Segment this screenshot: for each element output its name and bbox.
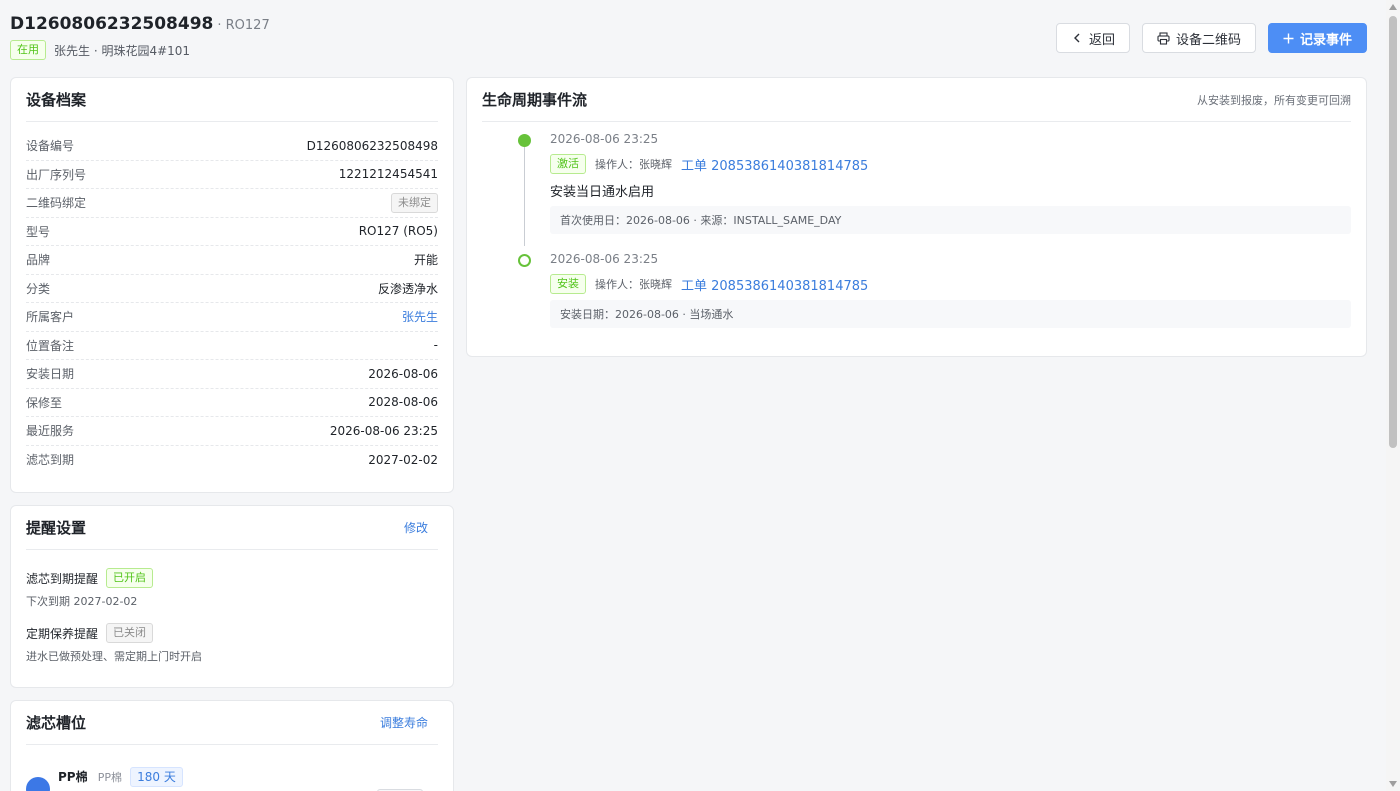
profile-row: 所属客户 张先生 [26,303,438,332]
slot-avatar [26,777,50,791]
back-label: 返回 [1088,32,1115,48]
profile-row: 保修至 2028-08-06 [26,389,438,417]
profile-value: 2026-08-06 23:25 [329,423,438,438]
profile-value: - [433,338,438,353]
page-scrollbar[interactable] [1386,0,1400,791]
timeline-event: 2026-08-06 23:25 激活 操作人：张晓辉 工单 208538614… [482,132,1351,234]
profile-value: RO127 (RO5) [358,224,438,239]
profile-key: 滤芯到期 [26,453,75,468]
reminder-settings-card: 提醒设置 修改 滤芯到期提醒 已开启 下次到期 2027-02-02 定期保养提… [10,505,454,688]
slot-name: PP棉 [58,770,88,784]
device-header: D1260806232508498 · RO127 在用 张先生 · 明珠花园4… [10,14,270,60]
event-time: 2026-08-06 23:25 [550,252,659,266]
profile-row: 滤芯到期 2027-02-02 [26,446,438,475]
customer-link[interactable]: 张先生 [402,308,438,325]
profile-key: 最近服务 [26,424,75,439]
device-id: D1260806232508498 [10,14,214,34]
reminder-name: 定期保养提醒 [26,626,99,641]
card-note: 从安装到报废，所有变更可回溯 [1197,93,1351,107]
reminder-status-badge: 已关闭 [106,623,154,643]
profile-value: 2028-08-06 [368,395,438,410]
device-profile-card: 设备档案 设备编号 D1260806232508498 出厂序列号 12212124… [10,77,454,493]
profile-key: 保修至 [26,395,63,410]
profile-row: 二维码绑定 未绑定 [26,189,438,218]
timeline-event: 2026-08-06 23:25 安装 操作人：张晓辉 工单 208538614… [482,252,1351,328]
event-desc: 安装当日通水启用 [550,185,655,200]
back-button[interactable]: 返回 [1055,23,1130,53]
profile-key: 所属客户 [26,310,75,325]
profile-key: 位置备注 [26,338,75,353]
reminder-desc: 下次到期 2027-02-02 [26,595,138,608]
reminder-item: 定期保养提醒 已关闭 进水已做预处理、需定期上门时开启 [26,623,438,664]
profile-row: 最近服务 2026-08-06 23:25 [26,417,438,446]
profile-list: 设备编号 D1260806232508498 出厂序列号 1221212454541… [26,132,438,474]
profile-key: 品牌 [26,253,51,268]
slot-life-badge: 180 天 [130,767,183,787]
profile-key: 分类 [26,281,51,296]
reminder-status-badge: 已开启 [106,568,154,588]
scroll-up-icon[interactable] [1389,4,1397,10]
customer-location: 张先生 · 明珠花园4#101 [54,43,191,58]
profile-row: 设备编号 D1260806232508498 [26,132,438,161]
device-qrcode-button[interactable]: 设备二维码 [1141,23,1256,53]
profile-row: 型号 RO127 (RO5) [26,218,438,246]
lifecycle-card: 生命周期事件流 从安装到报废，所有变更可回溯 2026-08-06 23:25 … [466,77,1367,357]
device-model: · RO127 [217,18,270,33]
chevron-left-icon [1073,33,1080,43]
scroll-down-icon[interactable] [1389,781,1397,787]
profile-row: 位置备注 - [26,332,438,360]
profile-key: 设备编号 [26,139,75,154]
printer-icon [1157,31,1170,45]
card-title: 生命周期事件流 [482,91,588,109]
qrcode-label: 设备二维码 [1175,32,1241,48]
card-title: 滤芯槽位 [26,714,87,732]
timeline: 2026-08-06 23:25 激活 操作人：张晓辉 工单 208538614… [482,132,1351,328]
event-time: 2026-08-06 23:25 [550,132,659,146]
filter-slots-card: 滤芯槽位 调整寿命 PP棉 PP棉 180 天 [10,700,454,791]
timeline-dot-icon [518,134,531,147]
ticket-link[interactable]: 工单 2085386140381814785 [681,275,868,294]
profile-value: 2026-08-06 [368,366,438,381]
event-tag: 安装 [550,274,586,294]
profile-value: 开能 [413,253,438,268]
profile-value: D1260806232508498 [306,138,438,153]
profile-key: 型号 [26,224,51,239]
event-detail: 首次使用日：2026-08-06 · 来源：INSTALL_SAME_DAY [550,206,1351,234]
profile-key: 安装日期 [26,367,75,382]
event-detail: 安装日期：2026-08-06 · 当场通水 [550,300,1351,328]
slot-type: PP棉 [97,771,123,784]
device-detail-page: D1260806232508498 · RO127 在用 张先生 · 明珠花园4… [0,0,1386,791]
header-actions: 返回 设备二维码 记录事件 [1055,23,1367,53]
record-event-button[interactable]: 记录事件 [1267,23,1367,53]
record-event-label: 记录事件 [1299,32,1352,48]
qrcode-binding-badge: 未绑定 [391,192,438,213]
card-title: 设备档案 [26,91,87,109]
adjust-life-link[interactable]: 调整寿命 [380,714,428,731]
plus-icon [1283,33,1294,43]
event-operator: 操作人：张晓辉 [595,278,672,291]
profile-row: 品牌 开能 [26,246,438,275]
reminder-name: 滤芯到期提醒 [26,571,99,586]
reminder-desc: 进水已做预处理、需定期上门时开启 [26,650,202,663]
event-operator: 操作人：张晓辉 [595,158,672,171]
reminder-item: 滤芯到期提醒 已开启 下次到期 2027-02-02 [26,568,438,609]
event-tag: 激活 [550,154,586,174]
filter-slot-item: PP棉 PP棉 180 天 [26,767,438,791]
profile-key: 二维码绑定 [26,196,87,211]
card-title: 提醒设置 [26,519,87,537]
ticket-link[interactable]: 工单 2085386140381814785 [681,155,868,174]
profile-value: 2027-02-02 [368,452,438,467]
profile-row: 分类 反渗透净水 [26,275,438,303]
profile-row: 安装日期 2026-08-06 [26,360,438,389]
timeline-dot-icon [518,254,531,267]
profile-value: 1221212454541 [338,167,438,182]
profile-row: 出厂序列号 1221212454541 [26,161,438,189]
edit-reminder-link[interactable]: 修改 [404,519,428,536]
profile-value: 反渗透净水 [377,281,438,296]
profile-key: 出厂序列号 [26,167,87,182]
status-badge: 在用 [10,40,46,60]
scrollbar-thumb[interactable] [1389,16,1397,448]
